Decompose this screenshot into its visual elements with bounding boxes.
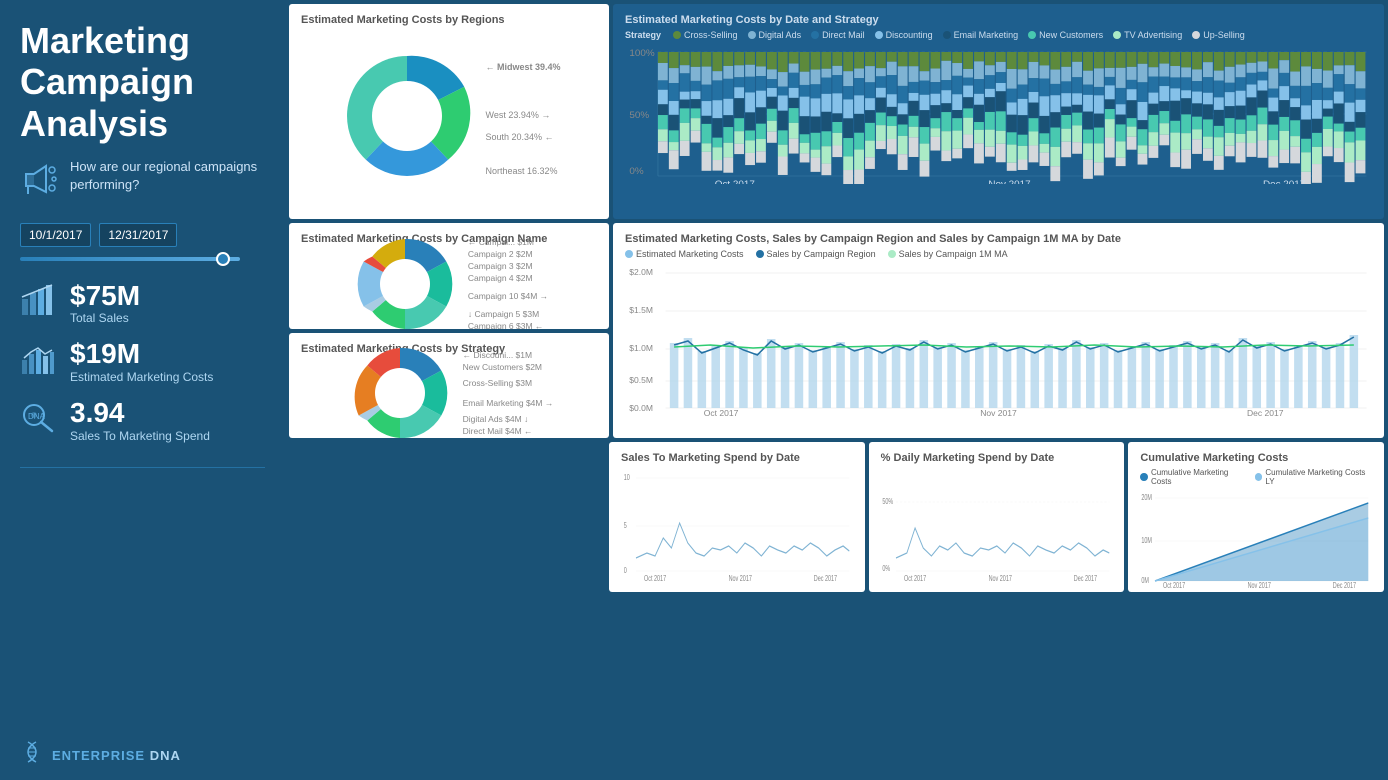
main-content: Estimated Marketing Costs by Regions (285, 0, 1388, 780)
sales-icon (20, 281, 56, 325)
svg-text:Oct 2017: Oct 2017 (715, 179, 755, 184)
date-range[interactable]: 10/1/2017 12/31/2017 (20, 223, 265, 247)
row-bot: Sales To Marketing Spend by Date 10 5 0 … (289, 442, 1384, 592)
svg-text:Dec 2017: Dec 2017 (1333, 582, 1356, 588)
card-sales-spend: Sales To Marketing Spend by Date 10 5 0 … (609, 442, 865, 592)
dna-icon (20, 740, 44, 770)
stacked-bar-legend: Strategy Cross-Selling Digital Ads Direc… (625, 30, 1372, 40)
date-start[interactable]: 10/1/2017 (20, 223, 91, 247)
cumulative-title: Cumulative Marketing Costs (1140, 452, 1372, 464)
svg-text:10: 10 (624, 474, 630, 482)
kpi-total-sales: $75M Total Sales (20, 281, 265, 326)
stacked-bar-title: Estimated Marketing Costs by Date and St… (625, 14, 1372, 26)
svg-text:0: 0 (624, 567, 627, 575)
svg-text:Dec 2017: Dec 2017 (814, 575, 837, 583)
svg-text:$0.5M: $0.5M (629, 376, 653, 385)
svg-text:$2.0M: $2.0M (629, 268, 653, 277)
combo-svg: $2.0M $1.5M $1.0M $0.5M $0.0M (625, 263, 1372, 418)
card-strategy: Estimated Marketing Costs by Strategy ← … (289, 333, 609, 439)
row-mid: Estimated Marketing Costs by Campaign Na… (289, 223, 1384, 438)
card-regions: Estimated Marketing Costs by Regions (289, 4, 609, 219)
svg-text:Nov 2017: Nov 2017 (988, 179, 1030, 184)
svg-text:Nov 2017: Nov 2017 (980, 409, 1017, 418)
svg-text:20M: 20M (1142, 494, 1153, 502)
sidebar: MarketingCampaignAnalysis How are our re… (0, 0, 285, 780)
svg-text:50%: 50% (882, 498, 893, 506)
pct-daily-svg: 50% 0% Oct 2017 Nov 2017 Dec 2017 (881, 468, 1113, 583)
date-end[interactable]: 12/31/2017 (99, 223, 177, 247)
page-title: MarketingCampaignAnalysis (20, 20, 265, 144)
card-pct-daily: % Daily Marketing Spend by Date 50% 0% O… (869, 442, 1125, 592)
total-sales-value: $75M (70, 281, 140, 312)
svg-text:Nov 2017: Nov 2017 (729, 575, 752, 583)
svg-text:Dec 2017: Dec 2017 (1263, 179, 1305, 184)
kpi-marketing-costs: $19M Estimated Marketing Costs (20, 339, 265, 384)
kpi-spend-ratio: DNA 3.94 Sales To Marketing Spend (20, 398, 265, 443)
svg-text:Nov 2017: Nov 2017 (988, 575, 1011, 583)
cumulative-svg: 20M 10M 0M Oct 2017 Nov 2017 Dec 2017 (1140, 488, 1372, 588)
donut-strategy-chart (345, 338, 455, 438)
donut-campaign-chart (350, 229, 460, 329)
total-sales-label: Total Sales (70, 311, 140, 325)
svg-text:Oct 2017: Oct 2017 (904, 575, 926, 583)
svg-text:Dec 2017: Dec 2017 (1073, 575, 1096, 583)
pct-daily-title: % Daily Marketing Spend by Date (881, 452, 1113, 464)
card-cumulative: Cumulative Marketing Costs Cumulative Ma… (1128, 442, 1384, 592)
combo-title: Estimated Marketing Costs, Sales by Camp… (625, 233, 1372, 245)
card-stacked-bar: Estimated Marketing Costs by Date and St… (613, 4, 1384, 219)
brand: ENTERPRISE DNA (20, 734, 265, 770)
svg-text:0M: 0M (1142, 577, 1150, 585)
svg-text:Oct 2017: Oct 2017 (704, 409, 739, 418)
svg-text:DNA: DNA (28, 412, 46, 421)
sales-spend-title: Sales To Marketing Spend by Date (621, 452, 853, 464)
megaphone-icon (20, 160, 60, 207)
svg-text:Oct 2017: Oct 2017 (1163, 582, 1185, 588)
svg-text:10M: 10M (1142, 537, 1153, 545)
svg-text:$1.0M: $1.0M (629, 344, 653, 353)
svg-text:100%: 100% (629, 48, 655, 58)
spend-ratio-label: Sales To Marketing Spend (70, 429, 210, 443)
spend-icon: DNA (20, 399, 56, 443)
card-regions-title: Estimated Marketing Costs by Regions (301, 14, 597, 26)
svg-text:0%: 0% (882, 565, 890, 573)
card-combo: Estimated Marketing Costs, Sales by Camp… (613, 223, 1384, 438)
svg-text:$1.5M: $1.5M (629, 306, 653, 315)
svg-text:Nov 2017: Nov 2017 (1248, 582, 1271, 588)
donut-regions-chart (337, 46, 477, 186)
costs-icon (20, 340, 56, 384)
svg-text:5: 5 (624, 522, 627, 530)
spend-ratio-value: 3.94 (70, 398, 210, 429)
row-top: Estimated Marketing Costs by Regions (289, 4, 1384, 219)
date-slider[interactable] (20, 257, 240, 261)
svg-text:$0.0M: $0.0M (629, 404, 653, 413)
svg-text:0%: 0% (629, 166, 644, 176)
subtitle-text: How are our regional campaigns performin… (70, 158, 265, 194)
marketing-costs-label: Estimated Marketing Costs (70, 370, 213, 384)
svg-text:Oct 2017: Oct 2017 (644, 575, 666, 583)
svg-text:Dec 2017: Dec 2017 (1247, 409, 1284, 418)
card-campaign: Estimated Marketing Costs by Campaign Na… (289, 223, 609, 329)
subtitle-row: How are our regional campaigns performin… (20, 158, 265, 210)
marketing-costs-value: $19M (70, 339, 213, 370)
regions-labels: ← Midwest 39.4% West 23.94% → South 20.3… (485, 62, 560, 176)
combo-legend: Estimated Marketing Costs Sales by Campa… (625, 249, 1372, 259)
svg-text:50%: 50% (629, 110, 649, 120)
stacked-bar-svg: 100% 50% 0% Oct 2017 Nov 2017 Dec 2017 (625, 44, 1372, 184)
brand-text: ENTERPRISE DNA (52, 748, 181, 763)
sales-spend-svg: 10 5 0 Oct 2017 Nov 2017 Dec 2017 (621, 468, 853, 583)
